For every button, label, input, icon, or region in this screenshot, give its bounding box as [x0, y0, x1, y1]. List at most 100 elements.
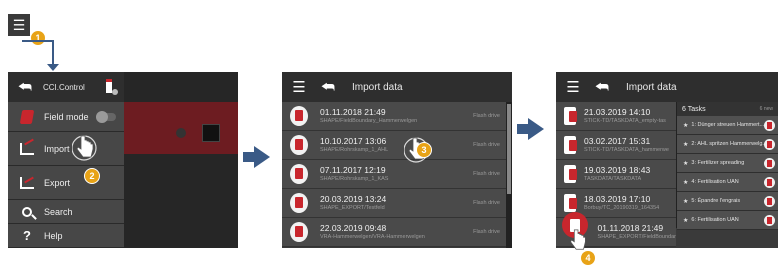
taskdata-file-icon	[564, 107, 577, 125]
cci-logo-icon	[104, 79, 118, 95]
delete-icon[interactable]	[764, 215, 775, 226]
star-icon: ★	[683, 198, 689, 205]
tasks-new: 6 new	[759, 106, 773, 112]
back-button-screen3[interactable]: ⮪	[590, 75, 614, 99]
terminal-dot	[176, 128, 186, 138]
shape-file-icon	[290, 193, 308, 213]
delete-icon[interactable]	[764, 120, 775, 131]
row-date: 07.11.2017 12:19	[320, 164, 386, 175]
shape-file-icon	[290, 164, 308, 184]
screen3-title: Import data	[626, 81, 677, 93]
shape-file-icon	[290, 106, 308, 126]
menu-item-search[interactable]: Search	[8, 200, 124, 224]
export-icon	[16, 173, 38, 193]
star-icon: ★	[683, 217, 689, 224]
taskdata-file-icon	[564, 165, 577, 183]
screen3-topbar: ☰ ⮪ Import data	[556, 72, 778, 102]
task-item[interactable]: ★ 5: Épandre l'engrais	[677, 192, 778, 211]
star-icon: ★	[683, 122, 689, 129]
task-item[interactable]: ★ 4: Fertilisation UAN	[677, 173, 778, 192]
scrollbar[interactable]	[506, 102, 512, 248]
row-path: SHAPE_EXPORT/Testfeld	[320, 204, 385, 211]
row-source: Flash drive	[473, 200, 500, 206]
row-date: 21.03.2019 14:10	[584, 106, 651, 117]
list-item[interactable]: 03.02.2017 15:31 STICK-TD/TASKDATA_hammer…	[556, 131, 676, 160]
row-path: TASKDATA/TASKDATA	[584, 175, 642, 182]
tasks-count: 6 Tasks	[682, 105, 706, 113]
delete-icon[interactable]	[764, 177, 775, 188]
list-item[interactable]: 19.03.2019 18:43 TASKDATA/TASKDATA	[556, 160, 676, 189]
tasks-panel: 6 Tasks 6 new ★ 1: Dünger streuen Hammert…	[676, 102, 778, 230]
screen-cci-menu: ⮪ CCI.Control Field mode Import Export S…	[8, 72, 238, 248]
app-title: CCI.Control	[43, 82, 85, 92]
task-label: 3: Fertilizer spreading	[691, 160, 745, 166]
row-date: 01.11.2018 21:49	[320, 106, 386, 117]
row-path: SHAPE/Rohrskamp_1_AHL	[320, 146, 389, 153]
tasks-panel-header: 6 Tasks 6 new	[677, 102, 778, 116]
list-item[interactable]: 22.03.2019 09:48 VRA-Hammerwelgen/VRA-Ham…	[282, 218, 506, 247]
step-badge-3: 3	[416, 142, 432, 158]
back-icon: ⮪	[18, 78, 32, 96]
back-button[interactable]: ⮪	[13, 75, 37, 99]
list-item[interactable]: 21.03.2019 14:10 STICK-TD/TASKDATA_empty-…	[556, 102, 676, 131]
task-label: 2: AHL spritzen Hammerwelg...	[691, 141, 767, 147]
delete-icon[interactable]	[764, 158, 775, 169]
row-source: Flash drive	[473, 142, 500, 148]
list-item[interactable]: 01.11.2018 21:49 SHAPE/FieldBoundary_Hamm…	[282, 102, 506, 131]
task-label: 1: Dünger streuen Hammert...	[691, 122, 765, 128]
step-badge-4: 4	[580, 250, 596, 266]
field-mode-toggle[interactable]	[96, 111, 116, 123]
task-item[interactable]: ★ 2: AHL spritzen Hammerwelg...	[677, 135, 778, 154]
menu-label-search: Search	[44, 206, 73, 217]
delete-icon[interactable]	[764, 139, 775, 150]
screen1-background-panel	[124, 72, 238, 248]
row-path: SHAPE/Rohrskamp_1_KAS	[320, 175, 389, 182]
list-item[interactable]: 20.03.2019 13:24 SHAPE_EXPORT/Testfeld Fl…	[282, 189, 506, 218]
screen-import-data: ☰ ⮪ Import data 01.11.2018 21:49 SHAPE/Fi…	[282, 72, 512, 248]
import-icon	[16, 138, 38, 159]
row-date: 19.03.2019 18:43	[584, 164, 651, 175]
menu-button[interactable]: ☰	[8, 14, 30, 36]
row-date: 20.03.2019 13:24	[320, 193, 387, 204]
task-item[interactable]: ★ 3: Fertilizer spreading	[677, 154, 778, 173]
pointer-hand-icon	[72, 135, 97, 161]
connector-line-down	[52, 40, 54, 66]
menu-button-screen2[interactable]: ☰	[287, 75, 311, 99]
menu-button-screen3[interactable]: ☰	[561, 75, 585, 99]
flow-arrow-2	[528, 118, 544, 140]
back-icon: ⮪	[595, 78, 609, 96]
back-button-screen2[interactable]: ⮪	[316, 75, 340, 99]
list-item[interactable]: 07.11.2017 12:19 SHAPE/Rohrskamp_1_KAS Fl…	[282, 160, 506, 189]
screen2-topbar: ☰ ⮪ Import data	[282, 72, 512, 102]
row-path: STICK-TD/TASKDATA_hammerwe	[584, 146, 669, 153]
menu-label-field-mode: Field mode	[44, 111, 89, 122]
task-item[interactable]: ★ 1: Dünger streuen Hammert...	[677, 116, 778, 135]
row-source: Flash drive	[473, 113, 500, 119]
field-mode-icon	[16, 107, 38, 127]
taskdata-file-icon	[564, 136, 577, 154]
task-label: 5: Épandre l'engrais	[691, 198, 741, 204]
star-icon: ★	[683, 179, 689, 186]
row-path: SHAPE/FieldBoundary_Hammerwelgen	[320, 117, 418, 124]
menu-item-field-mode[interactable]: Field mode	[8, 102, 124, 132]
task-label: 4: Fertilisation UAN	[691, 179, 739, 185]
task-item[interactable]: ★ 6: Fertilisation UAN	[677, 211, 778, 230]
menu-item-import[interactable]: Import	[8, 132, 124, 166]
scrollbar-thumb[interactable]	[507, 104, 511, 194]
menu-item-export[interactable]: Export	[8, 166, 124, 200]
connector-arrowhead	[47, 64, 59, 71]
hamburger-icon: ☰	[566, 79, 580, 96]
task-label: 6: Fertilisation UAN	[691, 217, 739, 223]
row-path: Borbuy/TC_20190319_164354	[584, 204, 660, 211]
delete-icon[interactable]	[764, 196, 775, 207]
menu-label-help: Help	[44, 230, 63, 241]
menu-item-help[interactable]: ? Help	[8, 224, 124, 248]
shape-file-icon	[290, 222, 308, 242]
list-item[interactable]: 10.10.2017 13:06 SHAPE/Rohrskamp_1_AHL Fl…	[282, 131, 506, 160]
hamburger-icon: ☰	[12, 17, 26, 33]
row-date: 03.02.2017 15:31	[584, 135, 651, 146]
row-path: SHAPE_EXPORT/FieldBoundar	[597, 233, 676, 240]
connector-line	[22, 40, 54, 42]
screen2-title: Import data	[352, 81, 403, 93]
taskdata-file-icon	[564, 194, 577, 212]
